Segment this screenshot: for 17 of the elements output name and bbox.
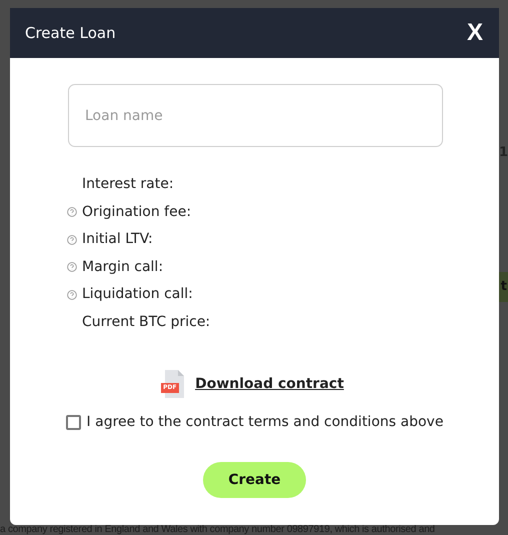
download-link[interactable]: Download contract bbox=[195, 374, 344, 394]
help-icon[interactable] bbox=[67, 290, 77, 300]
dialog-title: Create Loan bbox=[25, 22, 116, 44]
detail-label: Margin call: bbox=[82, 258, 164, 277]
help-icon[interactable] bbox=[67, 234, 77, 245]
help-icon[interactable] bbox=[67, 262, 77, 272]
loan-name-field[interactable]: Loan name bbox=[68, 84, 443, 147]
help-icon[interactable] bbox=[67, 207, 77, 218]
detail-label: Interest rate: bbox=[82, 175, 174, 194]
detail-label: Liquidation call: bbox=[82, 285, 193, 304]
detail-label: Current BTC price: bbox=[82, 312, 210, 332]
close-button[interactable]: X bbox=[466, 15, 483, 51]
detail-label: Initial LTV: bbox=[82, 230, 153, 250]
create-button[interactable]: Create bbox=[203, 462, 306, 498]
detail-label: Origination fee: bbox=[82, 202, 192, 222]
agree-label: I agree to the contract terms and conditions above bbox=[86, 413, 444, 432]
agree-checkbox[interactable] bbox=[66, 415, 81, 430]
